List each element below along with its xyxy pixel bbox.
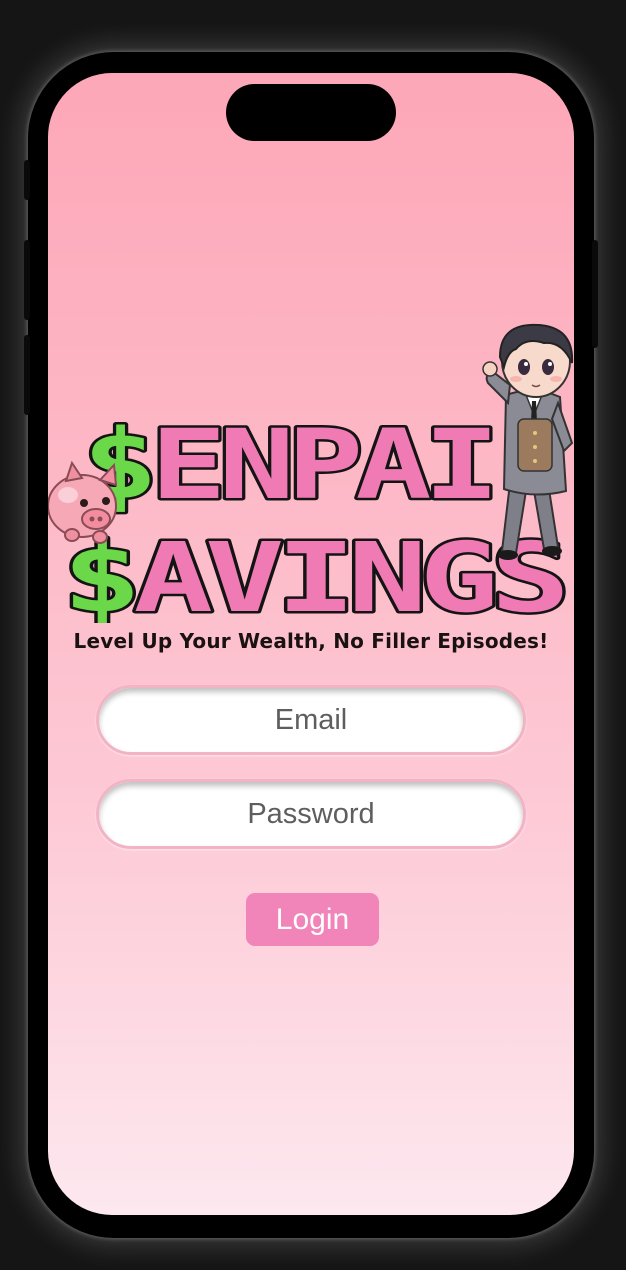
silent-switch bbox=[24, 160, 30, 200]
login-button[interactable]: Login bbox=[246, 893, 379, 946]
power-button bbox=[592, 240, 598, 348]
dynamic-island bbox=[226, 84, 396, 141]
svg-text:$ENPAI: $ ENPAI bbox=[82, 409, 492, 521]
volume-down-button bbox=[24, 335, 30, 415]
app-screen: $ ENPAI $ AVINGS Level Up Your Wealth, N… bbox=[48, 73, 574, 1215]
device-frame-backdrop: $ ENPAI $ AVINGS Level Up Your Wealth, N… bbox=[0, 0, 626, 1270]
svg-text:$AVINGS: $ AVINGS bbox=[62, 522, 564, 623]
password-field[interactable] bbox=[96, 779, 526, 849]
volume-up-button bbox=[24, 240, 30, 320]
email-field[interactable] bbox=[96, 685, 526, 755]
tagline: Level Up Your Wealth, No Filler Episodes… bbox=[73, 629, 549, 653]
senpai-savings-logo: $ ENPAI $ AVINGS bbox=[48, 323, 574, 623]
